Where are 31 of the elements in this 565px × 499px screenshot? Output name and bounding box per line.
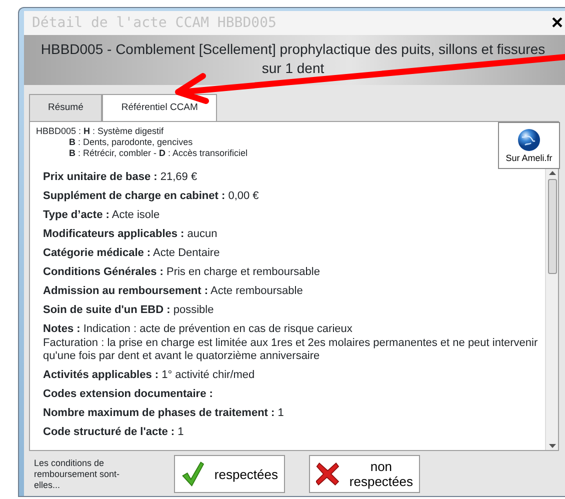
field-text: Prix unitaire de base : 21,69 €: [43, 171, 198, 185]
field-text: Catégorie médicale : Acte Dentaire: [43, 247, 221, 261]
code-line: HBBD005 : H : Système digestif: [36, 126, 165, 138]
answer-button[interactable]: respectées: [174, 455, 285, 494]
field-text: Modificateurs applicables : aucun: [43, 228, 218, 242]
field-label: Codes extension documentaire :: [43, 388, 214, 402]
checkmark-icon: [181, 459, 204, 490]
answer-button[interactable]: non respectées: [309, 455, 420, 494]
reimbursement-prompt: Les conditions de remboursement sont-elles...: [34, 458, 121, 491]
code-line: B : Rétrécir, combler - D : Accès transorificiel: [68, 148, 248, 160]
scrollbar-thumb[interactable]: [548, 179, 556, 274]
cross-icon: [316, 460, 340, 488]
field-text: Soin de suite d'un EBD : possible: [43, 304, 215, 318]
globe-icon: [517, 128, 541, 152]
field-text: Type d’acte : Acte isole: [43, 209, 161, 223]
act-title: HBBD005 - Comblement [Scellement] prophylactique des puits, sillons et fissures sur 1 dent: [24, 35, 565, 85]
field-text: Nombre maximum de phases de traitement : 1: [43, 407, 285, 421]
code-line: B : Dents, parodonte, gencives: [68, 137, 194, 148]
field-text: Admission au remboursement : Acte remboursable: [43, 285, 304, 299]
field-text: Supplément de charge en cabinet : 0,00 €: [43, 190, 260, 204]
tab[interactable]: Référentiel CCAM: [102, 94, 217, 122]
tab[interactable]: Résumé: [29, 94, 102, 122]
field-text: Facturation : la prise en charge est limitée aux 1res et 2es molaires permanentes et ne peut intervenir qu'une fois par dent et avant le quatorzième anniversaire: [43, 336, 539, 364]
ameli-button[interactable]: Sur Ameli.fr: [498, 122, 560, 170]
close-button[interactable]: ×: [551, 13, 563, 33]
field-text: Notes : Indication : acte de prévention en cas de risque carieux: [43, 323, 354, 337]
scroll-down-icon[interactable]: [548, 442, 556, 450]
scrollbar[interactable]: [545, 169, 558, 450]
field-text: Activités applicables : 1° activité chir/med: [43, 369, 256, 383]
field-text: Conditions Générales : Pris en charge et remboursable: [43, 266, 321, 280]
field-text: Code structuré de l'acte : 1: [43, 426, 185, 440]
